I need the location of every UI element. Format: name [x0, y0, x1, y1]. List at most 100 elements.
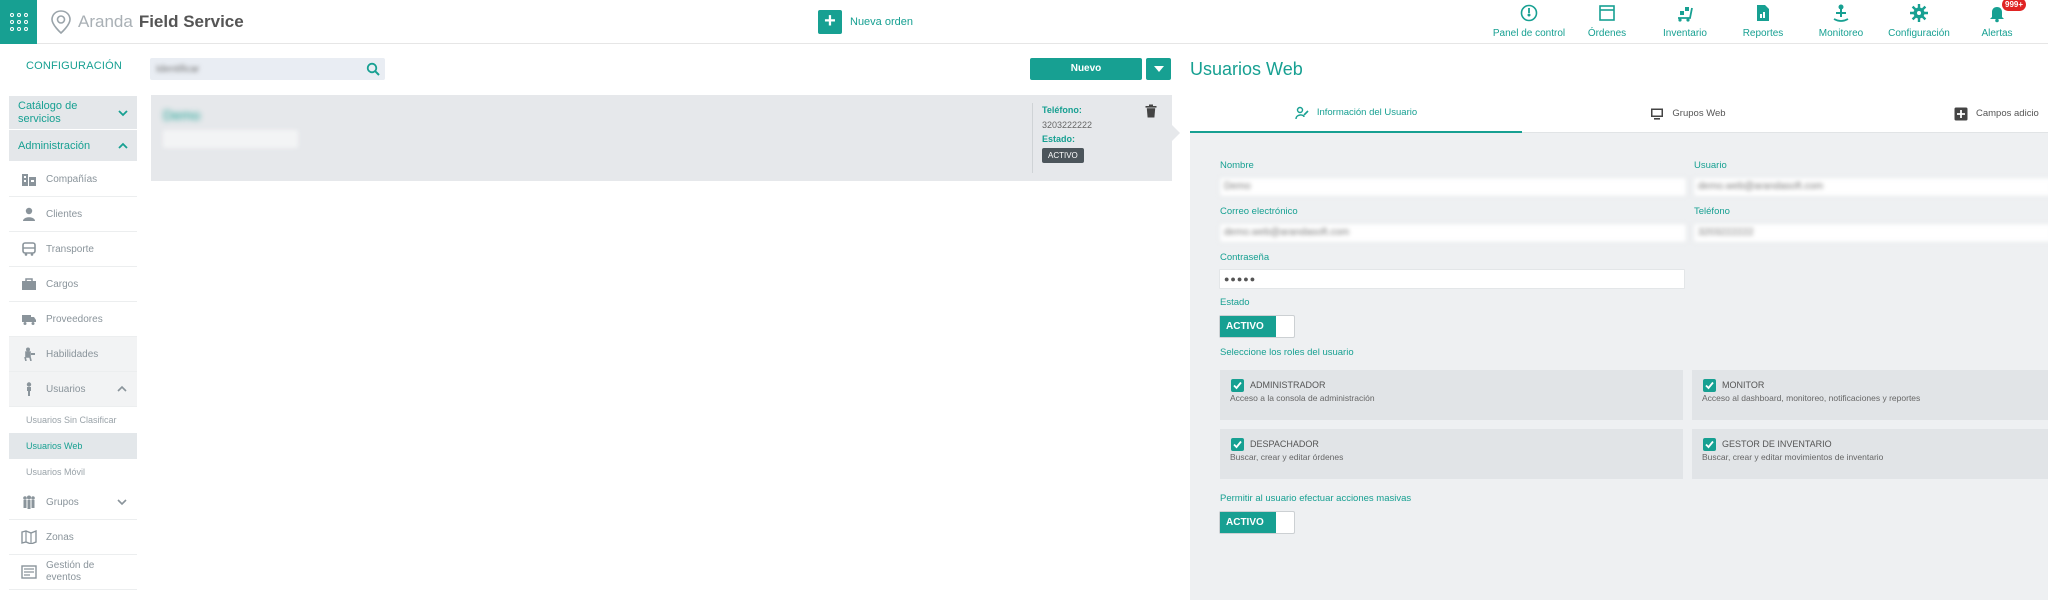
detail-panel: Información del Usuario Grupos Web Campo…: [1190, 94, 2048, 600]
role-desc: Buscar, crear y editar movimientos de in…: [1702, 452, 1884, 462]
name-label: Nombre: [1220, 160, 1254, 171]
role-name: DESPACHADOR: [1250, 439, 1319, 449]
tab-label: Grupos Web: [1672, 108, 1726, 119]
sidebar-menu: Catálogo de servicios Administración Com…: [9, 96, 137, 590]
sidebar-item-cargos[interactable]: Cargos: [9, 267, 137, 302]
role-checkbox[interactable]: [1703, 438, 1716, 451]
sidebar-item-label: Compañías: [46, 173, 98, 185]
sidebar-item-label: Cargos: [46, 278, 79, 290]
nav-orders[interactable]: Órdenes: [1568, 0, 1646, 44]
tab-additional-fields[interactable]: Campos adicio: [1854, 94, 2048, 133]
search-input[interactable]: [156, 60, 356, 78]
sidebar-item-companias[interactable]: Compañías: [9, 162, 137, 197]
checkmark-icon: [1705, 440, 1714, 449]
new-order-button[interactable]: + Nueva orden: [818, 10, 913, 34]
checkmark-icon: [1233, 440, 1242, 449]
sidebar-item-habilidades[interactable]: Habilidades: [9, 337, 137, 372]
checkmark-icon: [1705, 381, 1714, 390]
group-icon: [23, 495, 35, 509]
nav-reports[interactable]: Reportes: [1724, 0, 1802, 44]
search-icon[interactable]: [366, 62, 380, 76]
role-desc: Acceso a la consola de administración: [1230, 393, 1375, 403]
chevron-down-icon: [117, 499, 127, 506]
sidebar-section-admin[interactable]: Administración: [9, 130, 137, 162]
sidebar-subitem-web-users[interactable]: Usuarios Web: [9, 433, 137, 459]
status-badge: ACTIVO: [1042, 148, 1084, 163]
password-field[interactable]: ●●●●●: [1219, 269, 1685, 289]
map-icon: [21, 530, 37, 544]
reports-icon: [1757, 5, 1769, 21]
sidebar-item-transporte[interactable]: Transporte: [9, 232, 137, 267]
nav-label: Alertas: [1981, 28, 2013, 39]
sidebar-item-label: Zonas: [46, 531, 74, 543]
sidebar-subitem-unclassified[interactable]: Usuarios Sin Clasificar: [9, 407, 137, 433]
divider: [1032, 103, 1033, 173]
nav-configuration[interactable]: Configuración: [1880, 0, 1958, 44]
sidebar-item-grupos[interactable]: Grupos: [9, 485, 137, 520]
chevron-up-icon: [117, 385, 127, 392]
trash-icon[interactable]: [1145, 104, 1157, 118]
brand-name-bold: Field Service: [138, 12, 244, 31]
nav-monitoring[interactable]: Monitoreo: [1802, 0, 1880, 44]
roles-label: Seleccione los roles del usuario: [1220, 347, 1354, 358]
new-order-label: Nueva orden: [850, 16, 913, 28]
role-monitor: MONITOR Acceso al dashboard, monitoreo, …: [1692, 370, 2048, 420]
phone-value: 3203222222: [1042, 120, 1093, 130]
sidebar-item-zonas[interactable]: Zonas: [9, 520, 137, 555]
sidebar-item-label: Gestión de eventos: [46, 560, 95, 583]
inventory-icon: [1678, 7, 1693, 22]
sidebar-item-clientes[interactable]: Clientes: [9, 197, 137, 232]
user-card-name: Demo: [163, 107, 201, 123]
location-pin-icon: [51, 10, 71, 34]
password-label: Contraseña: [1220, 252, 1270, 263]
user-card[interactable]: Demo Teléfono: 3203222222 Estado: ACTIVO: [151, 95, 1172, 181]
new-button[interactable]: Nuevo: [1030, 58, 1142, 80]
sidebar-item-label: Grupos: [46, 496, 79, 508]
sidebar-item-usuarios[interactable]: Usuarios: [9, 372, 137, 407]
tab-web-groups[interactable]: Grupos Web: [1522, 94, 1854, 133]
new-dropdown-button[interactable]: [1146, 58, 1171, 80]
sidebar-item-gestion-eventos[interactable]: Gestión de eventos: [9, 555, 137, 590]
sidebar-subitem-mobile-users[interactable]: Usuarios Móvil: [9, 459, 137, 485]
monitoring-icon: [1833, 4, 1849, 22]
role-checkbox[interactable]: [1703, 379, 1716, 392]
role-name: ADMINISTRADOR: [1250, 380, 1326, 390]
brand-logo[interactable]: Aranda Field Service: [50, 8, 244, 36]
email-label: Correo electrónico: [1220, 206, 1298, 217]
phone-field[interactable]: 3203222222: [1693, 223, 2048, 243]
sidebar-section-catalog[interactable]: Catálogo de servicios: [9, 96, 137, 130]
name-field[interactable]: Demo: [1219, 177, 1687, 197]
nav-inventory[interactable]: Inventario: [1646, 0, 1724, 44]
nav-alerts[interactable]: 999+ Alertas: [1958, 0, 2036, 44]
apps-grid-button[interactable]: [0, 0, 37, 44]
sidebar-item-grupos-label-group: Grupos: [21, 495, 79, 509]
phone-label: Teléfono:: [1042, 105, 1082, 115]
alerts-badge: 999+: [2002, 0, 2027, 11]
tab-user-info[interactable]: Información del Usuario: [1190, 94, 1522, 133]
role-checkbox[interactable]: [1231, 379, 1244, 392]
sidebar-item-proveedores[interactable]: Proveedores: [9, 302, 137, 337]
sidebar-item-label: Proveedores: [46, 313, 103, 325]
sidebar-item-label: Transporte: [46, 243, 94, 255]
search-box: [150, 58, 385, 80]
toggle-on-label: ACTIVO: [1220, 316, 1276, 337]
status-field-label: Estado: [1220, 297, 1250, 308]
mass-actions-toggle[interactable]: ACTIVO: [1219, 511, 1295, 534]
chevron-down-icon: [118, 109, 128, 116]
nav-dashboard[interactable]: Panel de control: [1490, 0, 1568, 44]
caret-down-icon: [1153, 66, 1164, 72]
gear-icon: [1910, 4, 1928, 22]
username-field[interactable]: demo.web@arandasoft.com: [1693, 177, 2048, 197]
top-navigation: Panel de control Órdenes Inventario Repo…: [1490, 0, 2036, 44]
orders-icon: [1599, 5, 1615, 21]
nav-label: Reportes: [1742, 28, 1784, 39]
user-edit-icon: [1295, 106, 1309, 119]
user-card-subtitle: [163, 130, 298, 148]
role-checkbox[interactable]: [1231, 438, 1244, 451]
building-icon: [22, 174, 36, 186]
sidebar-title: CONFIGURACIÓN: [25, 60, 123, 72]
role-desc: Acceso al dashboard, monitoreo, notifica…: [1702, 393, 1921, 403]
email-field[interactable]: demo.web@arandasoft.com: [1219, 223, 1687, 243]
status-toggle[interactable]: ACTIVO: [1219, 315, 1295, 338]
skills-icon: [24, 347, 35, 361]
